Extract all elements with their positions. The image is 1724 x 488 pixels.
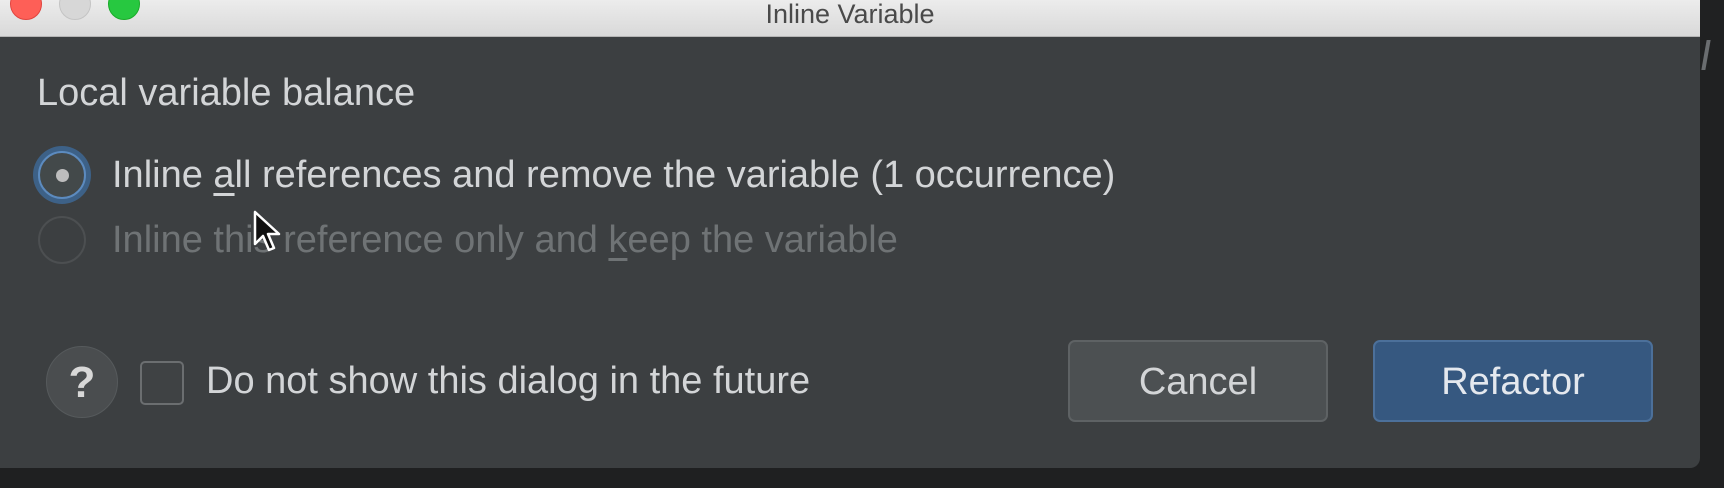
radio-inline-all[interactable] xyxy=(38,151,86,199)
option-inline-this: Inline this reference only and keep the … xyxy=(38,212,898,268)
option-inline-all[interactable]: Inline all references and remove the var… xyxy=(38,147,1115,203)
title-bar[interactable]: Inline Variable xyxy=(0,0,1700,37)
background-window-edge xyxy=(1700,0,1724,488)
dont-show-checkbox[interactable] xyxy=(140,361,184,405)
refactor-button[interactable]: Refactor xyxy=(1373,340,1653,422)
dont-show-label[interactable]: Do not show this dialog in the future xyxy=(206,360,810,403)
window-title: Inline Variable xyxy=(765,0,935,29)
help-button[interactable]: ? xyxy=(46,346,118,418)
cancel-button[interactable]: Cancel xyxy=(1068,340,1328,422)
dialog-heading: Local variable balance xyxy=(37,72,416,114)
option-inline-this-label: Inline this reference only and keep the … xyxy=(112,218,898,261)
radio-inline-this xyxy=(38,216,86,264)
option-inline-all-label[interactable]: Inline all references and remove the var… xyxy=(112,154,1115,197)
mouse-pointer-icon xyxy=(253,210,281,252)
background-edge-mark xyxy=(1701,40,1711,70)
